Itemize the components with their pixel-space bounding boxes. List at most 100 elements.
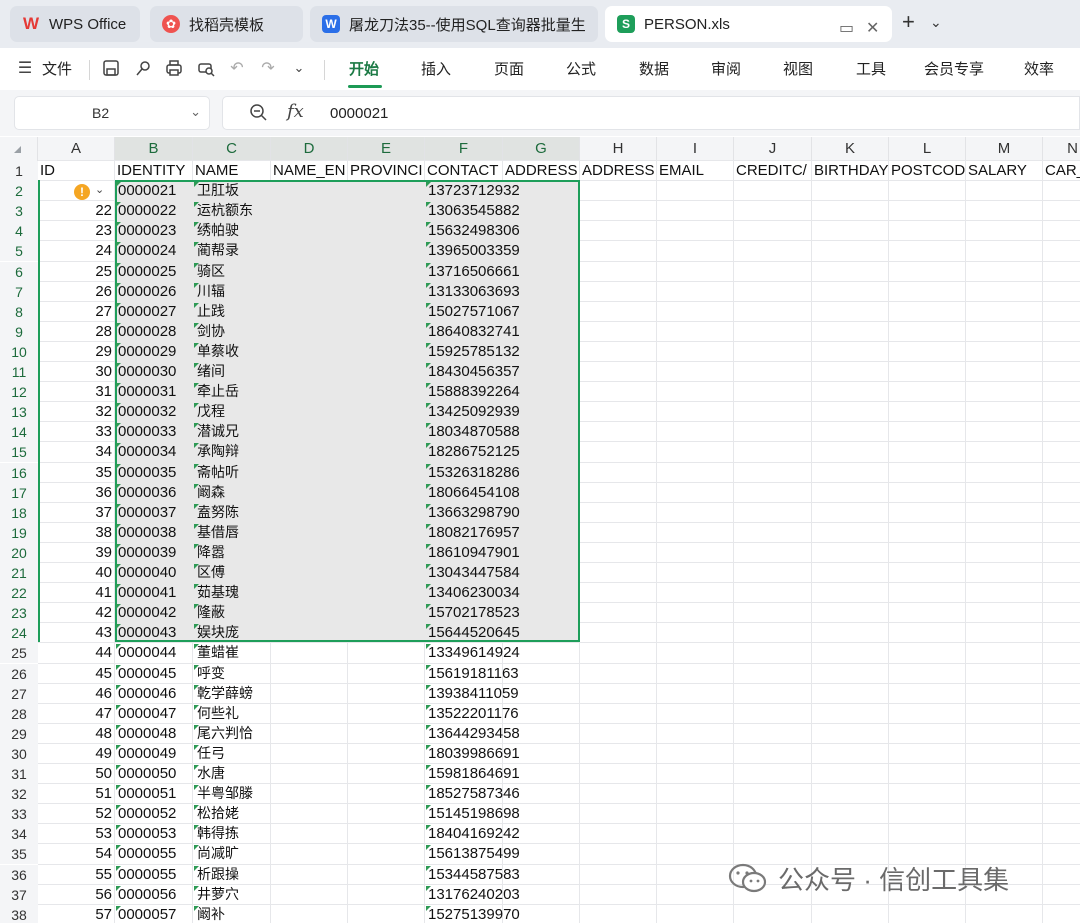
cell-id[interactable]: 32 — [38, 402, 112, 422]
cell-id[interactable]: 48 — [38, 724, 112, 744]
cell-name[interactable]: 松拾姥 — [197, 804, 305, 824]
cell-identity[interactable]: 0000041 — [118, 583, 192, 603]
cell-identity[interactable]: 0000052 — [118, 804, 192, 824]
cell-id[interactable]: 38 — [38, 523, 112, 543]
cell-contact[interactable]: 13133063693 — [428, 282, 536, 302]
cell-id[interactable]: 46 — [38, 684, 112, 704]
menu-formula[interactable]: 公式 — [566, 58, 596, 79]
cell-name[interactable]: 隆蔽 — [197, 603, 305, 623]
row-header[interactable]: 33 — [0, 804, 38, 824]
chevron-down-icon[interactable]: ⌄ — [95, 183, 104, 196]
cell-identity[interactable]: 0000035 — [118, 463, 192, 483]
cell-name[interactable]: 呼变 — [197, 664, 305, 684]
cell-identity[interactable]: 0000025 — [118, 262, 192, 282]
header-cell[interactable]: IDENTITY — [117, 161, 193, 181]
tab-wps-office[interactable]: W WPS Office — [10, 6, 140, 42]
cell-identity[interactable]: 0000029 — [118, 342, 192, 362]
cell-id[interactable]: 33 — [38, 422, 112, 442]
cell-identity[interactable]: 0000055 — [118, 865, 192, 885]
cell-id[interactable]: 37 — [38, 503, 112, 523]
cell-name[interactable]: 任弓 — [197, 744, 305, 764]
cell-name[interactable]: 半粤邹滕 — [197, 784, 305, 804]
cell-name[interactable]: 骑区 — [197, 262, 305, 282]
column-header-l[interactable]: L — [889, 137, 966, 161]
cell-identity[interactable]: 0000039 — [118, 543, 192, 563]
cell-id[interactable]: 24 — [38, 241, 112, 261]
cell-name[interactable]: 剑协 — [197, 322, 305, 342]
cell-identity[interactable]: 0000050 — [118, 764, 192, 784]
row-header[interactable]: 31 — [0, 764, 38, 784]
cell-identity[interactable]: 0000024 — [118, 241, 192, 261]
formula-input[interactable]: fx 0000021 — [222, 96, 1080, 130]
cell-id[interactable]: 56 — [38, 885, 112, 905]
column-header-m[interactable]: M — [966, 137, 1043, 161]
menu-member[interactable]: 会员专享 — [924, 58, 984, 79]
cell-identity[interactable]: 0000028 — [118, 322, 192, 342]
cell-identity[interactable]: 0000023 — [118, 221, 192, 241]
row-header[interactable]: 6 — [0, 262, 38, 282]
column-header-b[interactable]: B — [115, 137, 193, 161]
cell-contact[interactable]: 18082176957 — [428, 523, 536, 543]
cell-contact[interactable]: 18430456357 — [428, 362, 536, 382]
cell-contact[interactable]: 13644293458 — [428, 724, 536, 744]
warning-icon[interactable]: ! — [74, 184, 90, 200]
spreadsheet-grid[interactable]: ABCDEFGHIJKLMN ID IDENTITY NAME NAME_EN PROV… — [0, 137, 1080, 923]
cell-name[interactable]: 尚减旷 — [197, 844, 305, 864]
cell-identity[interactable]: 0000046 — [118, 684, 192, 704]
column-header-i[interactable]: I — [657, 137, 734, 161]
cell-contact[interactable]: 18039986691 — [428, 744, 536, 764]
cell-contact[interactable]: 15145198698 — [428, 804, 536, 824]
cell-identity[interactable]: 0000038 — [118, 523, 192, 543]
row-header[interactable]: 3 — [0, 201, 38, 221]
cell-identity[interactable]: 0000022 — [118, 201, 192, 221]
row-header[interactable]: 18 — [0, 503, 38, 523]
row-header[interactable]: 26 — [0, 664, 38, 684]
cell-id[interactable]: 42 — [38, 603, 112, 623]
cell-contact[interactable]: 13406230034 — [428, 583, 536, 603]
cell-contact[interactable]: 15326318286 — [428, 463, 536, 483]
row-header[interactable]: 27 — [0, 684, 38, 704]
cell-name[interactable]: 单蔡收 — [197, 342, 305, 362]
cell-contact[interactable]: 13425092939 — [428, 402, 536, 422]
cell-identity[interactable]: 0000043 — [118, 623, 192, 643]
cell-identity[interactable]: 0000045 — [118, 664, 192, 684]
menu-home[interactable]: 开始 — [349, 58, 379, 79]
cell-id[interactable]: 51 — [38, 784, 112, 804]
undo-icon[interactable]: ↶ — [226, 57, 248, 79]
cell-id[interactable]: 25 — [38, 262, 112, 282]
row-header[interactable]: 2 — [0, 181, 38, 201]
column-header-h[interactable]: H — [580, 137, 657, 161]
row-header[interactable]: 24 — [0, 623, 38, 643]
cell-contact[interactable]: 13938411059 — [428, 684, 536, 704]
header-cell[interactable]: ADDRESS — [505, 161, 580, 181]
close-tab-icon[interactable]: ✕ — [866, 18, 879, 38]
cell-id[interactable]: 31 — [38, 382, 112, 402]
column-header-g[interactable]: G — [503, 137, 580, 161]
cell-id[interactable]: 53 — [38, 824, 112, 844]
column-header-a[interactable]: A — [38, 137, 115, 161]
name-box[interactable]: B2 ⌄ — [14, 96, 210, 130]
cell-name[interactable]: 茹基瑰 — [197, 583, 305, 603]
cell-contact[interactable]: 15981864691 — [428, 764, 536, 784]
cell-name[interactable]: 析跟操 — [197, 865, 305, 885]
cell-name[interactable]: 韩得拣 — [197, 824, 305, 844]
cell-name[interactable]: 运杭额东 — [197, 201, 305, 221]
cell-contact[interactable]: 13176240203 — [428, 885, 536, 905]
row-header[interactable]: 28 — [0, 704, 38, 724]
row-header[interactable]: 11 — [0, 362, 38, 382]
cell-contact[interactable]: 15632498306 — [428, 221, 536, 241]
column-header-f[interactable]: F — [425, 137, 503, 161]
row-header[interactable]: 17 — [0, 483, 38, 503]
row-header[interactable]: 19 — [0, 523, 38, 543]
cell-name[interactable]: 川辐 — [197, 282, 305, 302]
cell-name[interactable]: 阚补 — [197, 905, 305, 923]
row-header[interactable]: 10 — [0, 342, 38, 362]
cell-contact[interactable]: 15619181163 — [428, 664, 536, 684]
cell-identity[interactable]: 0000040 — [118, 563, 192, 583]
header-cell[interactable]: ID — [40, 161, 115, 181]
cell-identity[interactable]: 0000030 — [118, 362, 192, 382]
cell-contact[interactable]: 13663298790 — [428, 503, 536, 523]
row-header[interactable]: 29 — [0, 724, 38, 744]
cell-identity[interactable]: 0000032 — [118, 402, 192, 422]
cell-id[interactable]: 28 — [38, 322, 112, 342]
